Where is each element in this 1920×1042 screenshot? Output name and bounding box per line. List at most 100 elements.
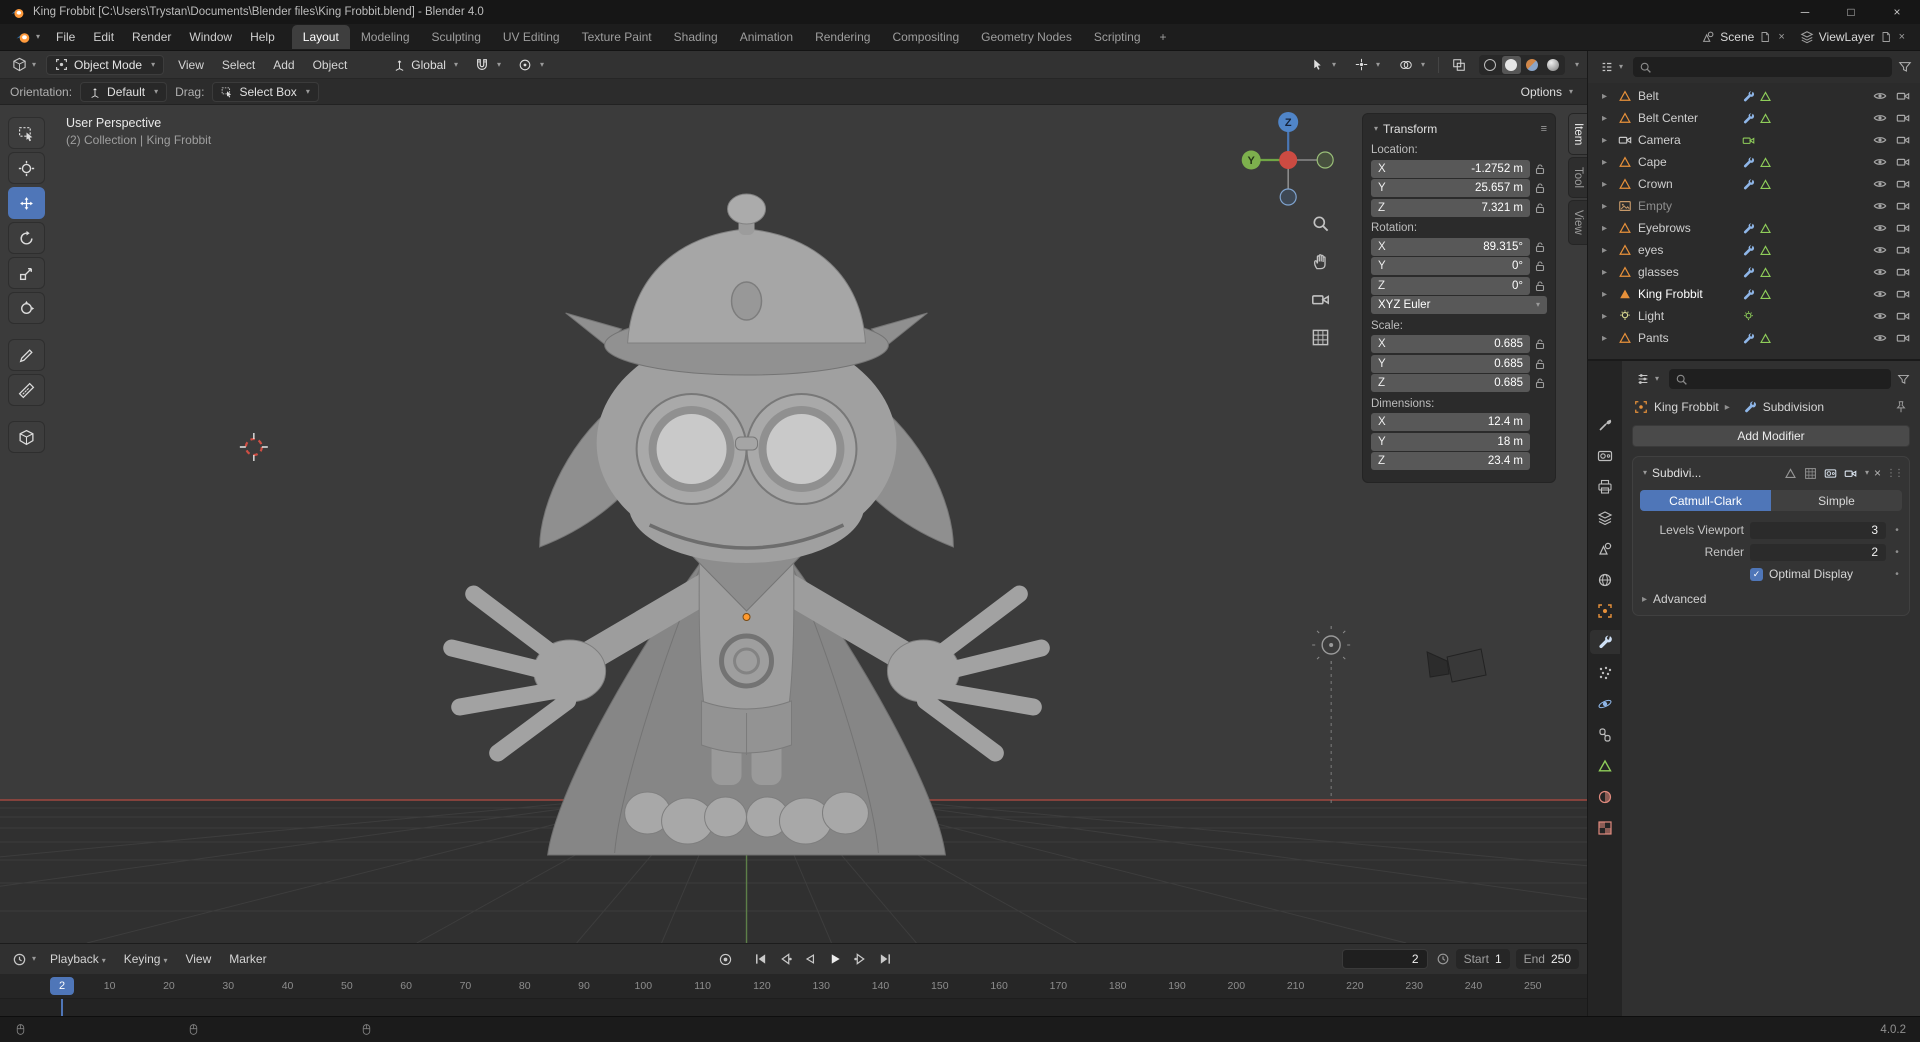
expand-icon[interactable]: ▸: [1602, 245, 1614, 256]
playhead-line[interactable]: [61, 999, 63, 1016]
dimensions-z-field[interactable]: Z23.4 m: [1371, 452, 1530, 470]
expand-icon[interactable]: ▸: [1602, 179, 1614, 190]
disable-render-camera-icon[interactable]: [1896, 221, 1910, 235]
show-in-edit-mode-icon[interactable]: [1802, 465, 1819, 481]
hide-viewport-eye-icon[interactable]: [1873, 111, 1887, 125]
editor-type-button[interactable]: ▾: [8, 55, 40, 74]
expand-icon[interactable]: ▸: [1602, 311, 1614, 322]
show-render-icon[interactable]: [1842, 465, 1859, 481]
expand-icon[interactable]: ▸: [1602, 113, 1614, 124]
modifier-extras-chevron[interactable]: ▾: [1865, 469, 1869, 477]
location-y-field[interactable]: Y25.657 m: [1371, 179, 1530, 197]
properties-tab-scene[interactable]: [1590, 537, 1620, 561]
tool-annotate[interactable]: [8, 339, 45, 371]
hide-viewport-eye-icon[interactable]: [1873, 155, 1887, 169]
outliner-row-king-frobbit[interactable]: ▸ King Frobbit: [1588, 283, 1920, 305]
viewport-menu-add[interactable]: Add: [265, 55, 302, 75]
filter-icon[interactable]: [1898, 60, 1912, 74]
outliner-row-pants[interactable]: ▸ Pants: [1588, 327, 1920, 349]
play-button[interactable]: [824, 949, 847, 969]
properties-tab-output[interactable]: [1590, 475, 1620, 499]
workspace-tab-geometry-nodes[interactable]: Geometry Nodes: [970, 25, 1083, 49]
disable-render-camera-icon[interactable]: [1896, 155, 1910, 169]
outliner-row-glasses[interactable]: ▸ glasses: [1588, 261, 1920, 283]
viewlayer-selector[interactable]: ViewLayer ×: [1795, 28, 1912, 46]
outliner-row-empty[interactable]: ▸ Empty: [1588, 195, 1920, 217]
modifier-header[interactable]: ▾ Subdivi... ▾ × ⋮⋮: [1640, 461, 1902, 485]
current-frame-field[interactable]: 2: [1342, 949, 1428, 969]
outliner-search-input[interactable]: [1633, 57, 1892, 77]
tool-cursor[interactable]: [8, 152, 45, 184]
options-dropdown[interactable]: Options▾: [1521, 85, 1577, 99]
workspace-tab-sculpting[interactable]: Sculpting: [421, 25, 492, 49]
disable-render-camera-icon[interactable]: [1896, 133, 1910, 147]
outliner-editor-type-button[interactable]: ▾: [1596, 58, 1627, 76]
mode-dropdown[interactable]: Object Mode▾: [46, 55, 164, 75]
disable-render-camera-icon[interactable]: [1896, 287, 1910, 301]
outliner-row-camera[interactable]: ▸ Camera: [1588, 129, 1920, 151]
add-modifier-button[interactable]: Add Modifier: [1632, 425, 1910, 447]
timeline-scrub-area[interactable]: [0, 999, 1587, 1016]
disable-render-camera-icon[interactable]: [1896, 89, 1910, 103]
rotation-z-field[interactable]: Z0°: [1371, 277, 1530, 295]
show-realtime-icon[interactable]: [1822, 465, 1839, 481]
properties-tab-world[interactable]: [1590, 568, 1620, 592]
rotation-mode-dropdown[interactable]: XYZ Euler▾: [1371, 296, 1547, 314]
pan-hand-icon[interactable]: [1308, 249, 1332, 273]
close-button[interactable]: ×: [1874, 0, 1920, 24]
unlink-scene-icon[interactable]: ×: [1776, 31, 1786, 43]
rotation-x-field[interactable]: X89.315°: [1371, 238, 1530, 256]
timeline-menu-marker[interactable]: Marker: [221, 949, 274, 969]
workspace-tab-layout[interactable]: Layout: [292, 25, 350, 49]
properties-tab-tool[interactable]: [1590, 413, 1620, 437]
scale-z-field[interactable]: Z0.685: [1371, 374, 1530, 392]
catmull-clark-button[interactable]: Catmull-Clark: [1640, 490, 1771, 511]
properties-tab-modifiers[interactable]: [1590, 630, 1620, 654]
drag-handle-icon[interactable]: ⋮⋮: [1886, 468, 1902, 479]
hide-viewport-eye-icon[interactable]: [1873, 309, 1887, 323]
modifier-name[interactable]: Subdivi...: [1652, 466, 1701, 480]
lock-icon[interactable]: [1534, 202, 1547, 214]
remove-modifier-icon[interactable]: ×: [1872, 466, 1883, 480]
disable-render-camera-icon[interactable]: [1896, 243, 1910, 257]
sidebar-tab-view[interactable]: View: [1568, 200, 1587, 245]
tool-add-cube[interactable]: [8, 421, 45, 453]
auto-keying-toggle[interactable]: [714, 949, 737, 969]
hide-viewport-eye-icon[interactable]: [1873, 287, 1887, 301]
filter-icon[interactable]: [1897, 373, 1910, 386]
hide-viewport-eye-icon[interactable]: [1873, 221, 1887, 235]
disable-render-camera-icon[interactable]: [1896, 331, 1910, 345]
gizmos-dropdown[interactable]: ▾: [1349, 56, 1386, 73]
pin-icon[interactable]: [1894, 400, 1908, 414]
lock-icon[interactable]: [1534, 163, 1547, 175]
hide-viewport-eye-icon[interactable]: [1873, 199, 1887, 213]
scale-y-field[interactable]: Y0.685: [1371, 355, 1530, 373]
viewport-menu-select[interactable]: Select: [214, 55, 263, 75]
location-z-field[interactable]: Z7.321 m: [1371, 199, 1530, 217]
frame-start-field[interactable]: Start1: [1456, 949, 1510, 969]
transform-panel-header[interactable]: ▾ Transform ≡: [1371, 120, 1547, 140]
shading-rendered-button[interactable]: [1544, 56, 1563, 74]
new-scene-icon[interactable]: [1759, 31, 1771, 43]
proportional-edit-toggle[interactable]: ▾: [512, 56, 550, 74]
properties-tab-material[interactable]: [1590, 785, 1620, 809]
animate-property-dot[interactable]: •: [1892, 547, 1902, 558]
rotation-y-field[interactable]: Y0°: [1371, 257, 1530, 275]
workspace-tab-animation[interactable]: Animation: [729, 25, 804, 49]
hide-viewport-eye-icon[interactable]: [1873, 133, 1887, 147]
hide-viewport-eye-icon[interactable]: [1873, 177, 1887, 191]
workspace-tab-rendering[interactable]: Rendering: [804, 25, 881, 49]
tool-transform[interactable]: [8, 292, 45, 324]
play-reverse-button[interactable]: [799, 949, 822, 969]
breadcrumb-modifier-name[interactable]: Subdivision: [1763, 400, 1824, 414]
sidebar-tab-tool[interactable]: Tool: [1568, 157, 1587, 198]
properties-search-input[interactable]: [1669, 369, 1891, 389]
workspace-tab-scripting[interactable]: Scripting: [1083, 25, 1152, 49]
expand-icon[interactable]: ▸: [1602, 333, 1614, 344]
advanced-section-toggle[interactable]: ▸ Advanced: [1640, 585, 1902, 606]
lock-icon[interactable]: [1534, 338, 1547, 350]
workspace-tab-texture-paint[interactable]: Texture Paint: [571, 25, 663, 49]
maximize-button[interactable]: □: [1828, 0, 1874, 24]
zoom-icon[interactable]: [1308, 211, 1332, 235]
overlays-dropdown[interactable]: ▾: [1393, 56, 1431, 74]
